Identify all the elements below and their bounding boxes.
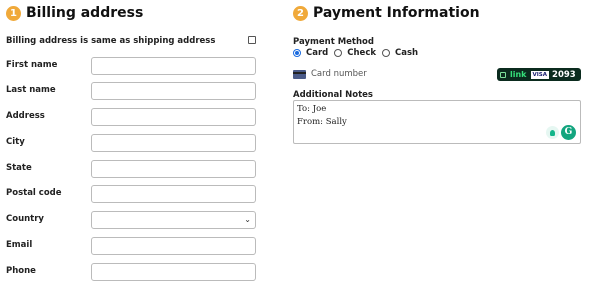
country-select[interactable]: ⌄ [91,211,256,229]
grammarly-icon[interactable]: G [561,125,576,140]
postal-code-label: Postal code [6,188,62,198]
state-input[interactable] [91,160,256,178]
phone-input[interactable] [91,263,256,281]
email-input[interactable] [91,237,256,255]
address-row: Address [6,108,256,127]
card-number-placeholder: Card number [311,69,367,79]
payment-option-check[interactable]: Check [334,48,376,58]
check-option-label: Check [347,48,377,58]
card-radio[interactable] [293,49,301,57]
email-row: Email [6,237,256,256]
check-radio[interactable] [334,49,343,57]
same-as-shipping-label: Billing address is same as shipping addr… [6,36,216,46]
postal-code-row: Postal code [6,185,256,204]
city-row: City [6,134,256,153]
card-number-field[interactable]: Card number link VISA 2093 [293,68,581,82]
link-brand-label: link [510,70,527,79]
last-name-input[interactable] [91,82,256,100]
email-label: Email [6,240,33,250]
payment-option-card[interactable]: Card [293,48,328,58]
additional-notes-label: Additional Notes [293,90,373,100]
first-name-label: First name [6,60,58,70]
first-name-row: First name [6,57,256,76]
country-row: Country ⌄ [6,211,256,230]
step-2-badge: 2 [293,5,308,21]
payment-section-title: 2 Payment Information [293,5,480,21]
cash-option-label: Cash [395,48,419,58]
payment-method-label: Payment Method [293,37,374,47]
payment-title-text: Payment Information [313,5,480,21]
phone-row: Phone [6,263,256,282]
credit-card-icon [293,70,306,79]
first-name-input[interactable] [91,57,256,75]
same-as-shipping-row: Billing address is same as shipping addr… [6,36,256,50]
notes-line: From: Sally [297,117,347,127]
additional-notes-textarea[interactable]: To: Joe From: Sally G [293,100,581,144]
same-as-shipping-checkbox[interactable] [248,36,256,44]
billing-title-text: Billing address [26,5,144,21]
chevron-down-icon: ⌄ [244,215,251,224]
payment-method-options: Card Check Cash [293,48,424,58]
visa-icon: VISA [530,70,550,79]
last-name-label: Last name [6,85,56,95]
lightbulb-icon[interactable] [546,126,559,139]
city-input[interactable] [91,134,256,152]
billing-section-title: 1 Billing address [6,5,143,21]
link-logo-icon [500,71,506,78]
address-input[interactable] [91,108,256,126]
last-name-row: Last name [6,82,256,101]
step-1-badge: 1 [6,5,21,21]
address-label: Address [6,111,45,121]
notes-line: To: Joe [297,104,327,114]
city-label: City [6,137,25,147]
payment-option-cash[interactable]: Cash [382,48,418,58]
state-label: State [6,163,32,173]
postal-code-input[interactable] [91,185,256,203]
card-last4: 2093 [552,69,576,80]
phone-label: Phone [6,266,36,276]
state-row: State [6,160,256,179]
cash-radio[interactable] [382,49,391,57]
link-autofill-button[interactable]: link VISA 2093 [497,68,581,81]
card-option-label: Card [306,48,329,58]
country-label: Country [6,214,44,224]
